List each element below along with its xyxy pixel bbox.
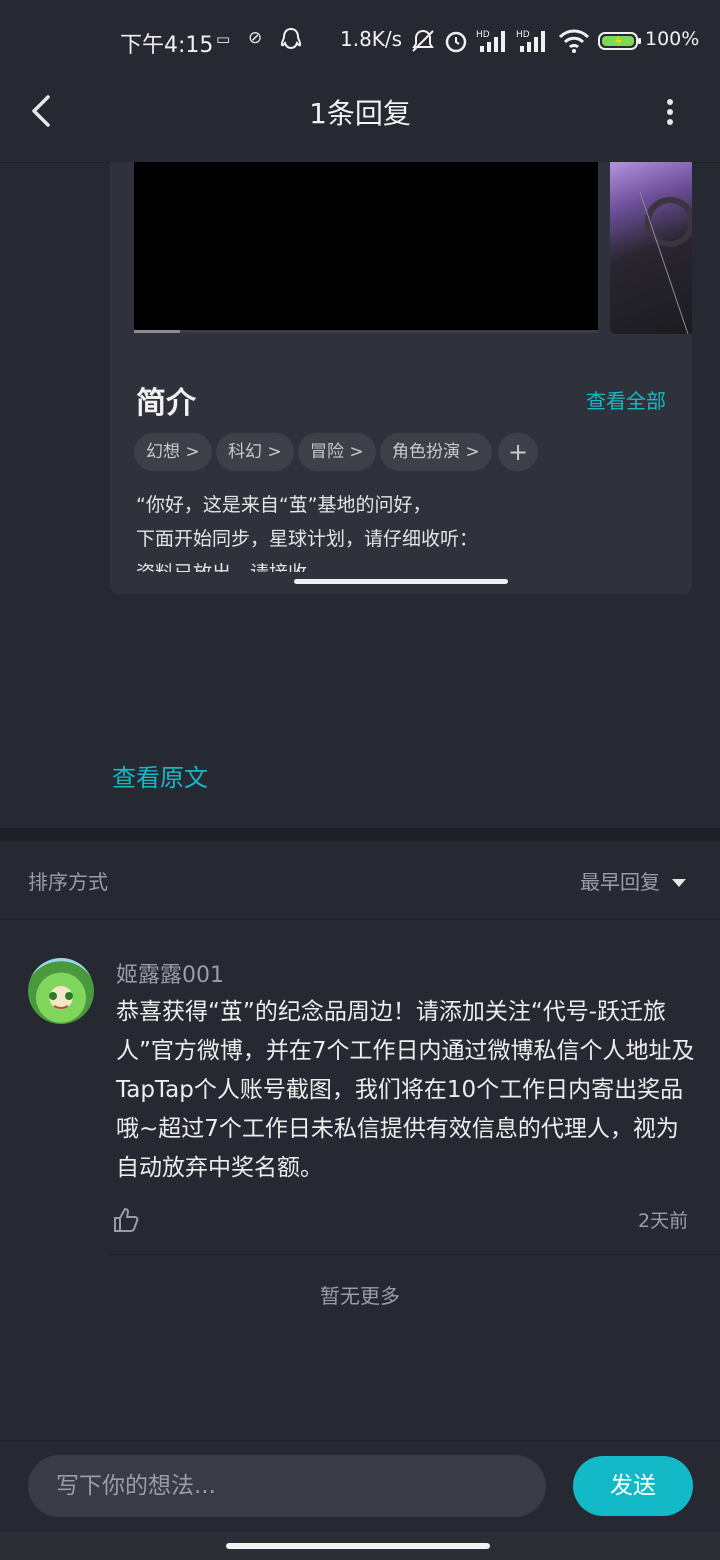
status-bar: 下午4:15 ▭ ⊘ 1.8K/s HD HD 100%: [0, 0, 720, 80]
home-indicator[interactable]: [226, 1543, 490, 1549]
reply-username[interactable]: 姬露露001: [116, 957, 224, 989]
intro-line-2: 下面开始同步，星球计划，请仔细收听：: [136, 528, 479, 550]
wifi-icon: [558, 28, 590, 58]
sort-label: 排序方式: [28, 870, 108, 894]
reply-text: 恭喜获得“茧”的纪念品周边！请添加关注“代号-跃迁旅人”官方微博，并在7个工作日…: [116, 999, 695, 1181]
svg-text:HD: HD: [476, 30, 490, 40]
view-all-link[interactable]: 查看全部: [586, 385, 666, 414]
reply-timestamp: 2天前: [638, 1210, 689, 1232]
alarm-icon: [442, 27, 470, 59]
intro-text: “你好，这是来自“茧”基地的问好， 下面开始同步，星球计划，请仔细收听： 资料已…: [136, 488, 676, 572]
no-more-text: 暂无更多: [320, 1284, 400, 1308]
battery-icon: [598, 32, 642, 54]
tag-adventure[interactable]: 冒险 >: [298, 433, 376, 471]
status-time: 下午4:15: [120, 33, 214, 58]
video-player[interactable]: [134, 162, 598, 332]
mute-icon: [410, 28, 436, 58]
signal-hd-icon-1: HD: [476, 28, 510, 58]
intro-title: 简介: [136, 386, 196, 421]
screenshot-thumbnail[interactable]: [610, 162, 692, 334]
reply-divider: [110, 1254, 720, 1255]
section-separator: [0, 828, 720, 841]
battery-percent: 100%: [645, 28, 700, 50]
send-button[interactable]: 发送: [573, 1456, 693, 1516]
tag-scifi[interactable]: 科幻 >: [216, 433, 294, 471]
like-icon[interactable]: [112, 1206, 140, 1234]
more-options-icon[interactable]: [664, 98, 676, 130]
avatar[interactable]: [28, 958, 94, 1024]
sort-value: 最早回复: [580, 870, 660, 894]
caret-down-icon: [666, 870, 688, 894]
view-original-link[interactable]: 查看原文: [112, 758, 208, 793]
cast-icon: ▭: [216, 30, 231, 48]
reply-input[interactable]: 写下你的想法...: [28, 1455, 546, 1517]
net-speed: 1.8K/s: [340, 27, 403, 51]
page-title: 1条回复: [309, 97, 411, 130]
intro-line-3: 资料已放出，请接收…: [136, 556, 676, 572]
card-scroll-indicator: [294, 579, 508, 584]
tag-rpg[interactable]: 角色扮演 >: [380, 433, 492, 471]
video-progress-track: [134, 330, 598, 333]
svg-text:HD: HD: [516, 30, 530, 40]
tag-fantasy[interactable]: 幻想 >: [134, 433, 212, 471]
video-progress-fill: [134, 330, 180, 333]
sort-dropdown[interactable]: 最早回复: [580, 866, 688, 895]
qq-icon: [278, 26, 304, 58]
intro-line-1: “你好，这是来自“茧”基地的问好，: [136, 494, 432, 516]
planet-icon: ⊘: [248, 28, 263, 48]
signal-hd-icon-2: HD: [516, 28, 550, 58]
add-tag-button[interactable]: +: [498, 433, 538, 471]
